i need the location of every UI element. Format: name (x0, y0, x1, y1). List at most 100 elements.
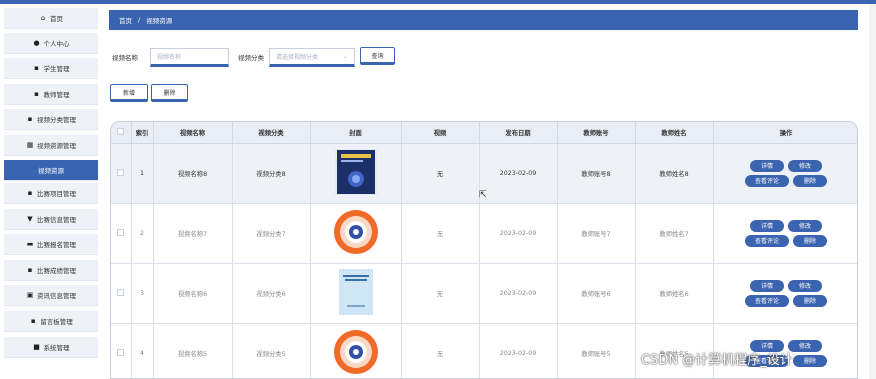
video-category-label: 视频分类 (238, 54, 264, 62)
row-checkbox[interactable] (117, 228, 125, 236)
folder-icon: ■ (33, 343, 40, 351)
view-comments-button[interactable]: 查看评论 (745, 294, 789, 307)
video-category-cell: 视频分类6 (232, 263, 311, 324)
sidebar-item-competition-info[interactable]: ▼ 比赛信息管理 (4, 209, 98, 230)
sidebar-item-label: 比赛成绩管理 (37, 267, 76, 275)
column-header: 视频名称 (153, 122, 233, 144)
chevron-down-icon: ⌄ (342, 53, 348, 60)
select-all-header[interactable] (111, 122, 132, 144)
row-delete-button[interactable]: 删除 (793, 294, 827, 307)
trophy-icon: ▼ (27, 215, 33, 223)
select-all-checkbox[interactable] (117, 127, 125, 135)
column-header: 封面 (310, 122, 402, 144)
date-cell: 2023-02-09 (479, 203, 558, 264)
row-delete-button[interactable]: 删除 (793, 174, 827, 187)
sidebar-item-label: 比赛信息管理 (37, 216, 76, 224)
operations-cell: 详情 修改 查看评论 删除 (713, 143, 857, 204)
table-row[interactable]: 2 视频名称7 视频分类7 无 2023-02-09 教师账号7 教师姓名7 详… (111, 203, 857, 264)
row-checkbox[interactable] (117, 348, 125, 356)
sidebar-item-news[interactable]: ▣ 资讯信息管理 (4, 285, 98, 306)
sidebar-item-video-resources[interactable]: 视频资源 (4, 160, 98, 181)
view-comments-button[interactable]: 查看评论 (745, 234, 789, 247)
sidebar-item-profile[interactable]: ● 个人中心 (4, 33, 98, 54)
date-cell: 2023-02-09 (479, 143, 558, 204)
video-cell: 无 (401, 203, 480, 264)
sidebar-item-teachers[interactable]: ▪ 教师管理 (4, 84, 98, 105)
teacher-name-cell: 教师姓名6 (635, 263, 714, 324)
briefcase-icon: ▬ (26, 240, 34, 248)
video-name-label: 视频名称 (112, 54, 138, 62)
cover-cell (310, 323, 402, 378)
row-index: 1 (131, 143, 154, 204)
row-index: 3 (131, 263, 154, 324)
document-icon: ▣ (26, 291, 34, 299)
cover-cell (310, 203, 402, 264)
sidebar-item-video-categories[interactable]: ▪ 视频分类管理 (4, 109, 98, 130)
ring-cover-image (333, 210, 378, 254)
edit-button[interactable]: 修改 (788, 279, 822, 292)
detail-button[interactable]: 详情 (750, 159, 784, 172)
sidebar-item-video-resource-mgmt[interactable]: ▦ 视频资源管理 (4, 135, 98, 156)
sidebar-item-label: 视频资源管理 (37, 142, 76, 150)
sidebar-item-label: 比赛报名管理 (37, 241, 76, 249)
cover-cell (310, 143, 402, 204)
edit-button[interactable]: 修改 (788, 339, 822, 352)
delete-button[interactable]: 删除 (151, 84, 188, 102)
video-name-input[interactable]: 视频名称 (150, 48, 229, 67)
row-checkbox[interactable] (117, 288, 125, 296)
grid-icon: ▪ (27, 115, 33, 123)
video-category-select[interactable]: 请选择视频分类 ⌄ (269, 48, 355, 67)
page-scrollbar[interactable] (869, 4, 876, 379)
table-row[interactable]: 3 视频名称6 视频分类6 无 2023-02-09 教师账号6 教师姓名6 详… (111, 263, 857, 324)
row-checkbox[interactable] (117, 168, 125, 176)
breadcrumb-home[interactable]: 首页 (119, 15, 132, 25)
video-category-cell: 视频分类5 (232, 323, 311, 378)
column-header: 视频分类 (232, 122, 311, 144)
video-cell: 无 (401, 263, 480, 324)
video-table: 索引 视频名称 视频分类 封面 视频 发布日期 教师账号 教师姓名 操作 1 视… (110, 121, 858, 379)
book-cover-image (338, 269, 373, 315)
sidebar-item-label: 个人中心 (43, 40, 70, 48)
breadcrumb: 首页 / 视频资源 (109, 10, 858, 30)
sidebar-item-message-board[interactable]: ▪ 留言板管理 (4, 311, 98, 332)
edit-button[interactable]: 修改 (788, 219, 822, 232)
sidebar-item-home[interactable]: ⌂ 首页 (4, 8, 98, 29)
row-delete-button[interactable]: 删除 (793, 234, 827, 247)
watermark-text: CSDN @计算机程序_设计 (641, 353, 793, 368)
add-button[interactable]: 新增 (110, 84, 148, 102)
video-name-cell: 视频名称5 (153, 323, 233, 378)
detail-button[interactable]: 详情 (750, 219, 784, 232)
teacher-account-cell: 教师账号7 (557, 203, 636, 264)
edit-button[interactable]: 修改 (788, 159, 822, 172)
mouse-pointer-icon: ⇱ (479, 190, 487, 200)
sidebar-item-label: 学生管理 (43, 65, 70, 73)
grid-icon: ▪ (27, 266, 33, 274)
sidebar-item-system[interactable]: ■ 系统管理 (4, 337, 98, 358)
row-delete-button[interactable]: 删除 (793, 354, 827, 367)
date-cell: 2023-02-09 (479, 323, 558, 378)
grid-icon: ▪ (30, 317, 36, 325)
operations-cell: 详情 修改 查看评论 删除 (713, 263, 857, 324)
column-header: 操作 (713, 122, 857, 144)
table-header-row: 索引 视频名称 视频分类 封面 视频 发布日期 教师账号 教师姓名 操作 (111, 122, 857, 144)
query-button[interactable]: 查询 (360, 47, 395, 65)
teacher-account-cell: 教师账号5 (557, 323, 636, 378)
sidebar-item-competition-scores[interactable]: ▪ 比赛成绩管理 (4, 260, 98, 281)
sidebar: ⌂ 首页 ● 个人中心 ▪ 学生管理 ▪ 教师管理 ▪ 视频分类管理 ▦ 视频资源管理 视频… (4, 4, 98, 376)
sidebar-item-competition-signup[interactable]: ▬ 比赛报名管理 (4, 234, 98, 255)
select-placeholder: 请选择视频分类 (276, 54, 319, 61)
cover-cell (310, 263, 402, 324)
row-index: 2 (131, 203, 154, 264)
column-header: 发布日期 (479, 122, 558, 144)
column-header: 教师姓名 (635, 122, 714, 144)
detail-button[interactable]: 详情 (750, 279, 784, 292)
date-cell: 2023-02-09 (479, 263, 558, 324)
sidebar-item-label: 教师管理 (43, 91, 70, 99)
column-header: 视频 (401, 122, 480, 144)
sidebar-item-students[interactable]: ▪ 学生管理 (4, 58, 98, 79)
view-comments-button[interactable]: 查看评论 (745, 174, 789, 187)
sidebar-item-competition-projects[interactable]: ▪ 比赛项目管理 (4, 183, 98, 204)
table-icon: ▦ (26, 141, 34, 149)
sidebar-item-label: 首页 (50, 15, 63, 23)
book-cover-image (334, 149, 377, 195)
